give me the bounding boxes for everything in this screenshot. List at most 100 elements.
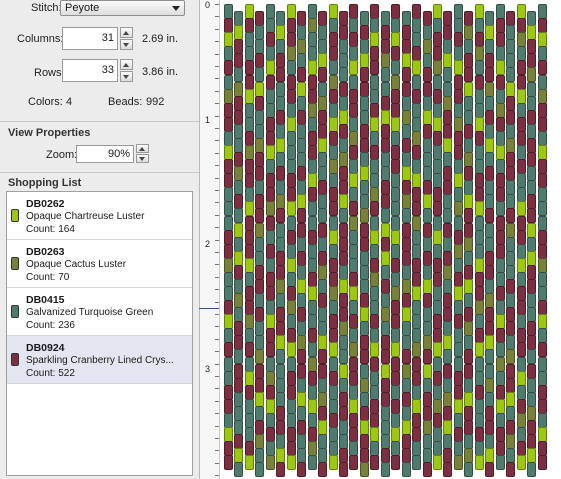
- bead[interactable]: [244, 215, 254, 231]
- bead[interactable]: [380, 448, 390, 464]
- bead[interactable]: [318, 109, 328, 125]
- bead[interactable]: [370, 145, 380, 160]
- bead[interactable]: [370, 257, 380, 273]
- bead[interactable]: [318, 236, 328, 252]
- bead[interactable]: [359, 166, 369, 182]
- bead[interactable]: [328, 300, 338, 316]
- bead[interactable]: [433, 229, 442, 245]
- bead[interactable]: [318, 137, 328, 153]
- bead[interactable]: [255, 363, 265, 379]
- bead[interactable]: [495, 455, 505, 471]
- bead[interactable]: [297, 419, 307, 435]
- bead[interactable]: [307, 427, 317, 442]
- bead[interactable]: [453, 441, 463, 457]
- bead[interactable]: [318, 264, 328, 280]
- bead[interactable]: [244, 229, 254, 245]
- bead[interactable]: [422, 152, 432, 167]
- bead[interactable]: [244, 356, 254, 372]
- bead[interactable]: [328, 159, 338, 175]
- bead[interactable]: [234, 321, 244, 337]
- bead[interactable]: [453, 215, 463, 231]
- bead[interactable]: [464, 109, 474, 125]
- bead[interactable]: [506, 321, 516, 337]
- bead[interactable]: [244, 412, 254, 428]
- bead[interactable]: [286, 286, 296, 301]
- bead[interactable]: [516, 229, 526, 245]
- bead[interactable]: [318, 25, 328, 41]
- bead[interactable]: [391, 243, 401, 259]
- bead[interactable]: [527, 307, 537, 323]
- bead[interactable]: [453, 271, 463, 287]
- bead[interactable]: [255, 25, 265, 41]
- bead[interactable]: [391, 257, 401, 273]
- bead[interactable]: [359, 109, 369, 125]
- bead[interactable]: [391, 88, 401, 104]
- bead[interactable]: [485, 250, 495, 266]
- bead[interactable]: [516, 328, 526, 344]
- bead[interactable]: [537, 398, 547, 414]
- bead[interactable]: [338, 434, 348, 449]
- bead[interactable]: [338, 278, 348, 294]
- bead[interactable]: [244, 173, 254, 189]
- bead[interactable]: [422, 81, 432, 97]
- bead[interactable]: [224, 356, 233, 372]
- bead[interactable]: [433, 300, 442, 316]
- bead[interactable]: [485, 377, 495, 393]
- bead[interactable]: [307, 370, 317, 386]
- bead[interactable]: [276, 194, 286, 210]
- bead[interactable]: [412, 314, 422, 330]
- bead[interactable]: [422, 208, 432, 224]
- bead[interactable]: [527, 166, 537, 182]
- bead[interactable]: [234, 123, 244, 139]
- bead[interactable]: [391, 314, 401, 330]
- bead[interactable]: [485, 307, 495, 323]
- bead[interactable]: [391, 441, 401, 457]
- bead[interactable]: [412, 145, 422, 160]
- bead[interactable]: [244, 342, 254, 358]
- bead[interactable]: [401, 152, 411, 167]
- bead[interactable]: [495, 398, 505, 414]
- bead[interactable]: [276, 377, 286, 393]
- bead[interactable]: [516, 159, 526, 175]
- bead[interactable]: [297, 264, 307, 280]
- bead[interactable]: [224, 328, 233, 344]
- bead[interactable]: [370, 159, 380, 175]
- bead[interactable]: [422, 377, 432, 393]
- bead[interactable]: [255, 39, 265, 55]
- bead[interactable]: [234, 67, 244, 83]
- bead[interactable]: [464, 208, 474, 224]
- bead[interactable]: [276, 123, 286, 139]
- bead[interactable]: [224, 4, 233, 19]
- bead[interactable]: [453, 18, 463, 34]
- bead[interactable]: [297, 405, 307, 421]
- bead[interactable]: [244, 257, 254, 273]
- bead[interactable]: [328, 342, 338, 358]
- bead[interactable]: [307, 398, 317, 414]
- bead[interactable]: [276, 434, 286, 449]
- bead[interactable]: [516, 455, 526, 471]
- bead[interactable]: [244, 286, 254, 301]
- bead[interactable]: [265, 342, 275, 358]
- bead[interactable]: [485, 208, 495, 224]
- bead[interactable]: [255, 448, 265, 464]
- bead[interactable]: [370, 32, 380, 48]
- bead[interactable]: [527, 264, 537, 280]
- bead[interactable]: [286, 4, 296, 19]
- bead[interactable]: [495, 328, 505, 344]
- bead[interactable]: [338, 166, 348, 182]
- bead[interactable]: [380, 278, 390, 294]
- bead[interactable]: [516, 243, 526, 259]
- bead[interactable]: [286, 116, 296, 132]
- bead[interactable]: [474, 130, 484, 146]
- bead[interactable]: [401, 377, 411, 393]
- bead[interactable]: [328, 328, 338, 344]
- bead[interactable]: [297, 39, 307, 55]
- bead[interactable]: [370, 46, 380, 62]
- bead[interactable]: [412, 384, 422, 400]
- bead[interactable]: [349, 4, 359, 19]
- bead[interactable]: [318, 208, 328, 224]
- bead[interactable]: [359, 293, 369, 308]
- bead[interactable]: [474, 271, 484, 287]
- bead[interactable]: [359, 137, 369, 153]
- bead[interactable]: [412, 370, 422, 386]
